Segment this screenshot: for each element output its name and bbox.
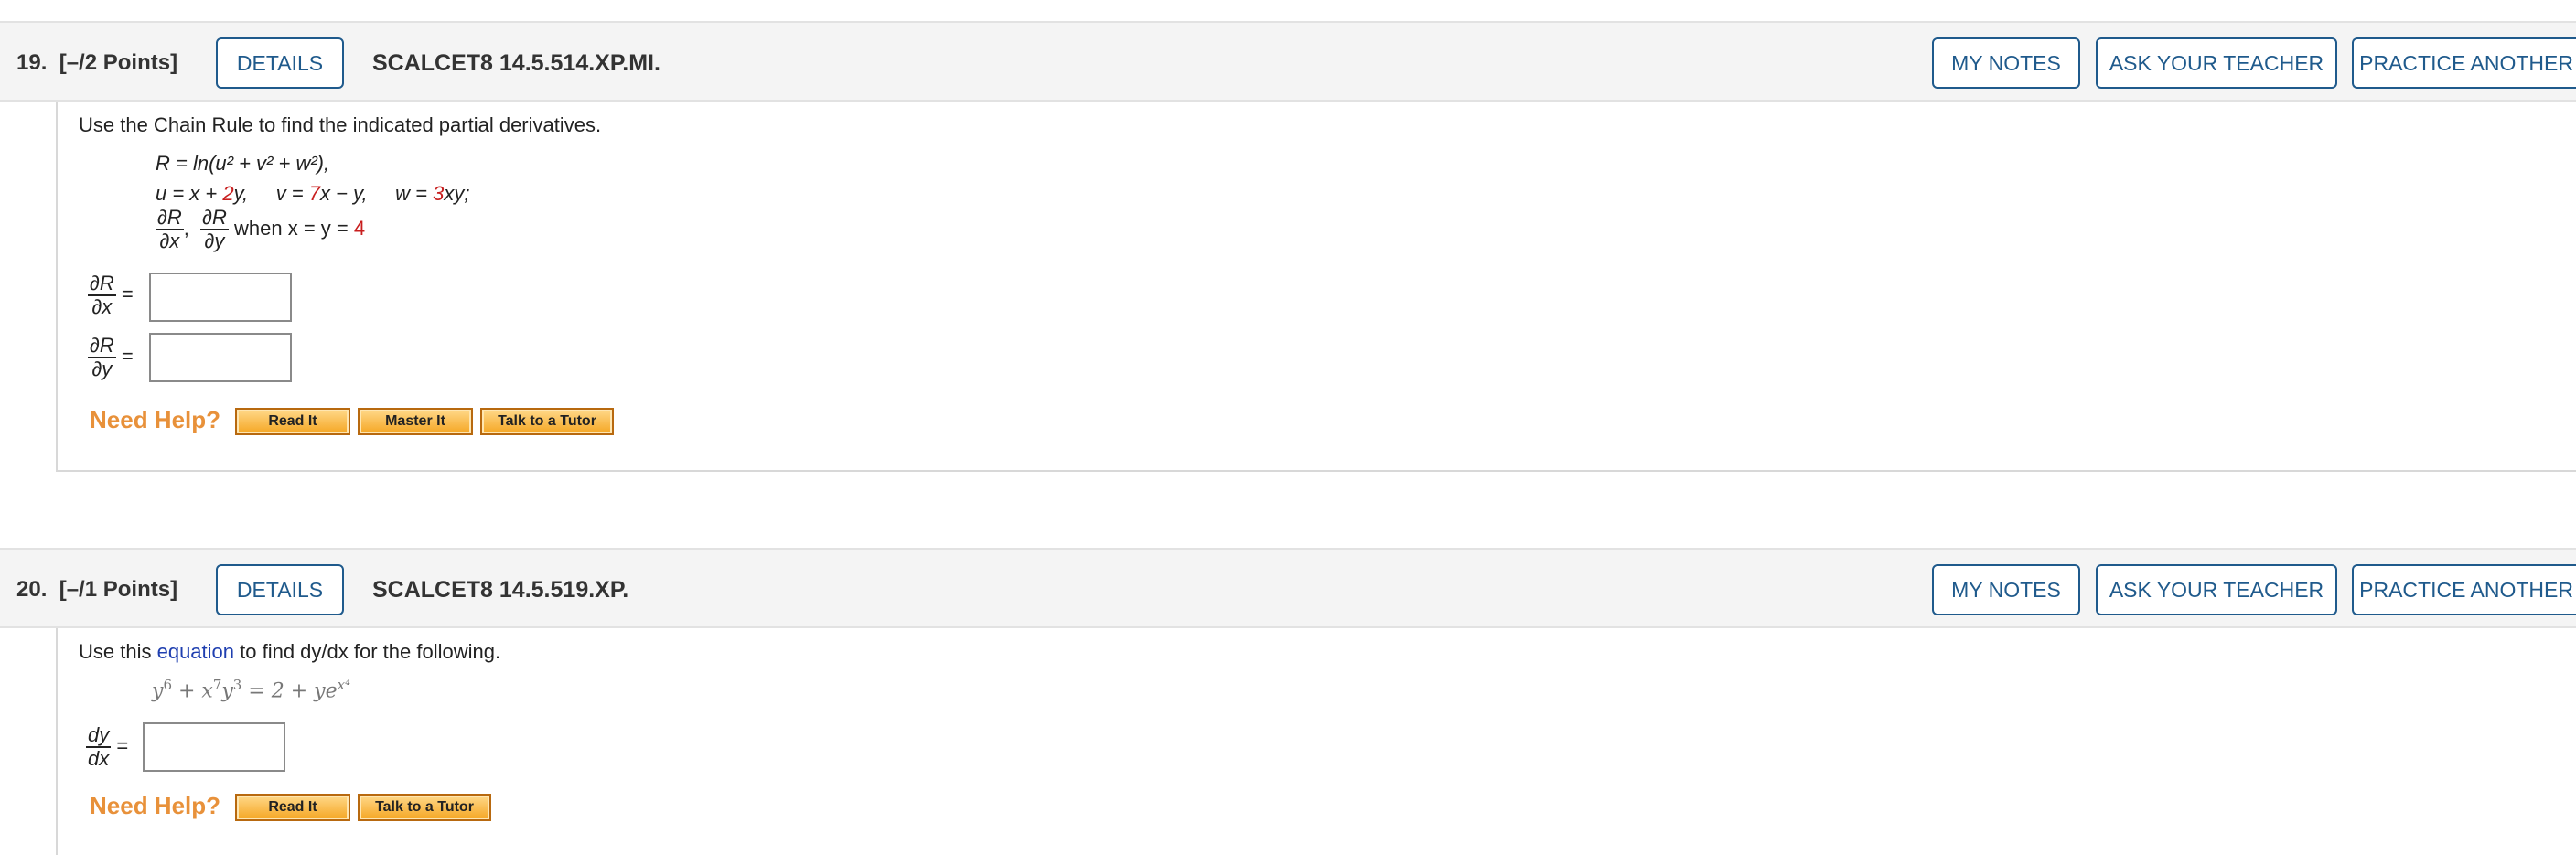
practice-another-button[interactable]: PRACTICE ANOTHER — [2352, 564, 2576, 615]
details-button[interactable]: DETAILS — [216, 37, 344, 89]
equation-line-uvw: u = x + 2y, v = 7x − y, w = 3xy; — [156, 182, 470, 205]
equation-link[interactable]: equation — [157, 640, 234, 663]
coefficient-value: 2 — [222, 182, 234, 205]
question-prompt: Use this equation to find dy/dx for the … — [79, 640, 501, 663]
question-code: SCALCET8 14.5.514.XP.MI. — [372, 50, 660, 76]
answer-input-dy-dx[interactable] — [143, 722, 285, 772]
read-it-button[interactable]: Read It — [235, 794, 350, 821]
question-19-header: 19. [–/2 Points] DETAILS SCALCET8 14.5.5… — [0, 21, 2576, 102]
details-button[interactable]: DETAILS — [216, 564, 344, 615]
equation-line-r: R = ln(u² + v² + w²), — [156, 152, 330, 175]
question-number-points: 19. [–/2 Points] — [16, 23, 177, 103]
my-notes-button[interactable]: MY NOTES — [1932, 37, 2080, 89]
talk-to-a-tutor-button[interactable]: Talk to a Tutor — [480, 408, 614, 435]
my-notes-button[interactable]: MY NOTES — [1932, 564, 2080, 615]
coefficient-value: 7 — [308, 182, 321, 205]
partial-r-y-fraction: ∂R ∂y — [200, 206, 229, 252]
answer-label-dr-dy: ∂R ∂y = — [88, 334, 134, 380]
read-it-button[interactable]: Read It — [235, 408, 350, 435]
question-prompt: Use the Chain Rule to find the indicated… — [79, 113, 602, 136]
need-help-label: Need Help? — [90, 792, 221, 819]
talk-to-a-tutor-button[interactable]: Talk to a Tutor — [358, 794, 491, 821]
partial-r-x-fraction: ∂R ∂x — [156, 206, 184, 252]
question-number-points: 20. [–/1 Points] — [16, 550, 177, 630]
question-20-header: 20. [–/1 Points] DETAILS SCALCET8 14.5.5… — [0, 548, 2576, 628]
coefficient-value: 3 — [433, 182, 445, 205]
answer-input-dr-dy[interactable] — [149, 333, 292, 382]
master-it-button[interactable]: Master It — [358, 408, 473, 435]
partials-line: ∂R ∂x , ∂R ∂y when x = y = 4 — [156, 206, 366, 252]
when-value: 4 — [353, 216, 366, 240]
question-number: 19. — [16, 50, 48, 75]
answer-input-dr-dx[interactable] — [149, 273, 292, 322]
question-points: [–/1 Points] — [59, 577, 178, 602]
answer-label-dr-dx: ∂R ∂x = — [88, 272, 134, 318]
question-code: SCALCET8 14.5.519.XP. — [372, 577, 629, 603]
practice-another-button[interactable]: PRACTICE ANOTHER — [2352, 37, 2576, 89]
ask-your-teacher-button[interactable]: ASK YOUR TEACHER — [2096, 37, 2337, 89]
equation: y6 + x7y3 = 2 + yex⁴ — [152, 677, 351, 703]
need-help-label: Need Help? — [90, 406, 221, 433]
question-points: [–/2 Points] — [59, 50, 178, 75]
ask-your-teacher-button[interactable]: ASK YOUR TEACHER — [2096, 564, 2337, 615]
answer-label-dy-dx: dy dx = — [86, 723, 129, 770]
question-number: 20. — [16, 577, 48, 602]
